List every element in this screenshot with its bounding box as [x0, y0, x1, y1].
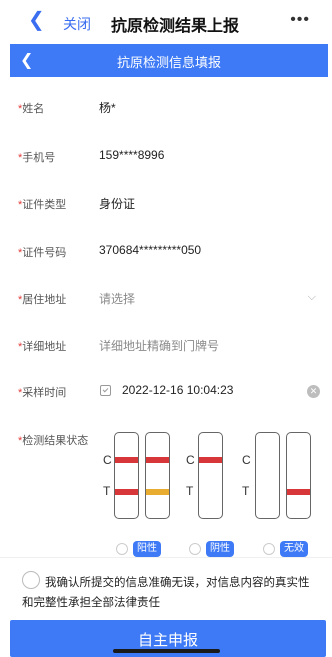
clear-icon[interactable]: ✕: [307, 385, 320, 398]
radio-button[interactable]: [116, 543, 128, 555]
t-label: T: [103, 484, 111, 498]
c-label: C: [103, 453, 112, 467]
c-label: C: [242, 453, 251, 467]
app-title: 抗原检测结果上报: [111, 18, 240, 35]
name-row: *姓名 杨*: [18, 100, 322, 120]
id-type-field[interactable]: 身份证: [99, 195, 135, 212]
invalid-strip-1: [255, 432, 280, 519]
radio-button[interactable]: [189, 543, 201, 555]
chevron-left-icon[interactable]: ❮: [28, 10, 45, 30]
address-label: 详细地址: [22, 341, 67, 353]
more-icon[interactable]: •••: [290, 11, 310, 29]
id-type-row: *证件类型 身份证: [18, 196, 322, 216]
chevron-down-icon[interactable]: ⌵: [308, 291, 316, 304]
id-number-label: 证件号码: [22, 247, 67, 259]
option-label[interactable]: 阴性: [206, 541, 234, 557]
close-button[interactable]: 关闭: [63, 14, 91, 34]
confirm-text: 我确认所提交的信息准确无误，对信息内容的真实性和完整性承担全部法律责任: [22, 577, 310, 609]
page-title: 抗原检测信息填报: [116, 55, 221, 70]
t-label: T: [242, 484, 250, 498]
c-label: C: [186, 453, 195, 467]
submit-label: 自主申报: [137, 632, 198, 649]
id-number-field[interactable]: 370684*********050: [99, 243, 201, 257]
name-field[interactable]: 杨*: [99, 99, 116, 116]
residence-select[interactable]: 请选择: [99, 290, 135, 307]
control-band: [199, 457, 222, 463]
address-row: *详细地址 详细地址精确到门牌号: [18, 338, 322, 358]
sample-time-row: *采样时间 2022-12-16 10:04:23 ✕: [18, 383, 322, 404]
test-band: [115, 489, 138, 495]
positive-strip-2: [145, 432, 170, 519]
test-band: [146, 489, 169, 495]
option-label[interactable]: 无效: [280, 541, 308, 557]
sample-time-label: 采样时间: [22, 387, 67, 399]
phone-label: 手机号: [22, 152, 56, 164]
invalid-strip-2: [286, 432, 311, 519]
home-indicator: [113, 649, 220, 653]
t-label: T: [186, 484, 194, 498]
phone-field[interactable]: 159****8996: [99, 148, 164, 162]
name-label: 姓名: [22, 103, 45, 115]
phone-row: *手机号 159****8996: [18, 148, 322, 169]
residence-row[interactable]: *居住地址 请选择 ⌵: [18, 291, 322, 311]
id-number-row: *证件号码 370684*********050: [18, 243, 322, 264]
result-label: 检测结果状态: [22, 435, 89, 447]
control-band: [115, 457, 138, 463]
residence-label: 居住地址: [22, 294, 67, 306]
app-header: ❮ 关闭 抗原检测结果上报 •••: [0, 0, 332, 44]
positive-strip-1: [114, 432, 139, 519]
confirmation-block: 我确认所提交的信息准确无误，对信息内容的真实性和完整性承担全部法律责任: [0, 557, 332, 615]
negative-strip: [198, 432, 223, 519]
calendar-icon[interactable]: [100, 385, 111, 396]
sample-time-field[interactable]: 2022-12-16 10:04:23: [122, 383, 233, 397]
option-label[interactable]: 阳性: [133, 541, 161, 557]
radio-button[interactable]: [263, 543, 275, 555]
test-band: [287, 489, 310, 495]
form-nav-bar: ❮ 抗原检测信息填报: [10, 44, 328, 77]
control-band: [146, 457, 169, 463]
address-input[interactable]: 详细地址精确到门牌号: [99, 337, 219, 354]
id-type-label: 证件类型: [22, 199, 67, 211]
